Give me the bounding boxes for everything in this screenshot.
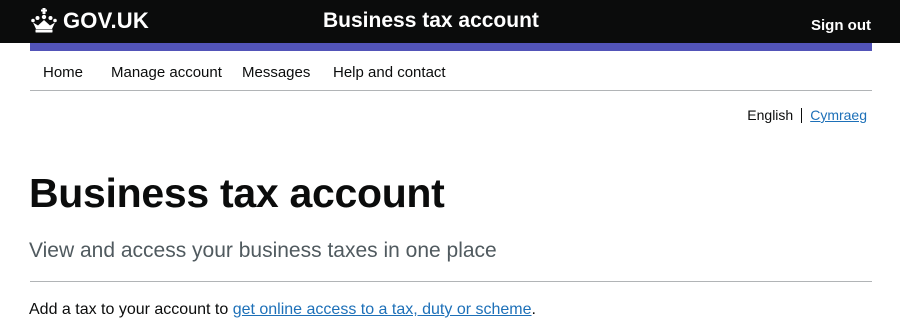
site-header: GOV.UK Business tax account Sign out	[0, 0, 900, 43]
crown-icon	[31, 8, 57, 33]
section-divider	[30, 281, 872, 282]
add-tax-link[interactable]: get online access to a tax, duty or sche…	[233, 301, 532, 318]
govuk-logo-link[interactable]: GOV.UK	[30, 6, 149, 36]
nav-item-manage-account[interactable]: Manage account	[111, 64, 222, 81]
language-current: English	[747, 107, 794, 123]
add-tax-paragraph: Add a tax to your account to get online …	[29, 301, 536, 319]
add-tax-suffix: .	[531, 301, 536, 318]
header-accent-bar	[30, 43, 872, 51]
language-toggle: English Cymraeg	[747, 107, 867, 123]
language-divider	[801, 107, 803, 123]
lead-paragraph: View and access your business taxes in o…	[29, 239, 497, 262]
language-welsh-link[interactable]: Cymraeg	[810, 107, 867, 123]
service-name-link[interactable]: Business tax account	[323, 9, 539, 33]
nav-item-messages[interactable]: Messages	[242, 64, 310, 81]
page-title: Business tax account	[29, 170, 445, 216]
logo-text: GOV.UK	[63, 8, 149, 33]
add-tax-text: Add a tax to your account to	[29, 301, 233, 318]
sign-out-link[interactable]: Sign out	[811, 17, 871, 34]
nav-item-help-and-contact[interactable]: Help and contact	[333, 64, 446, 81]
nav-item-home[interactable]: Home	[43, 64, 83, 81]
account-navigation: Home Manage account Messages Help and co…	[30, 51, 872, 91]
